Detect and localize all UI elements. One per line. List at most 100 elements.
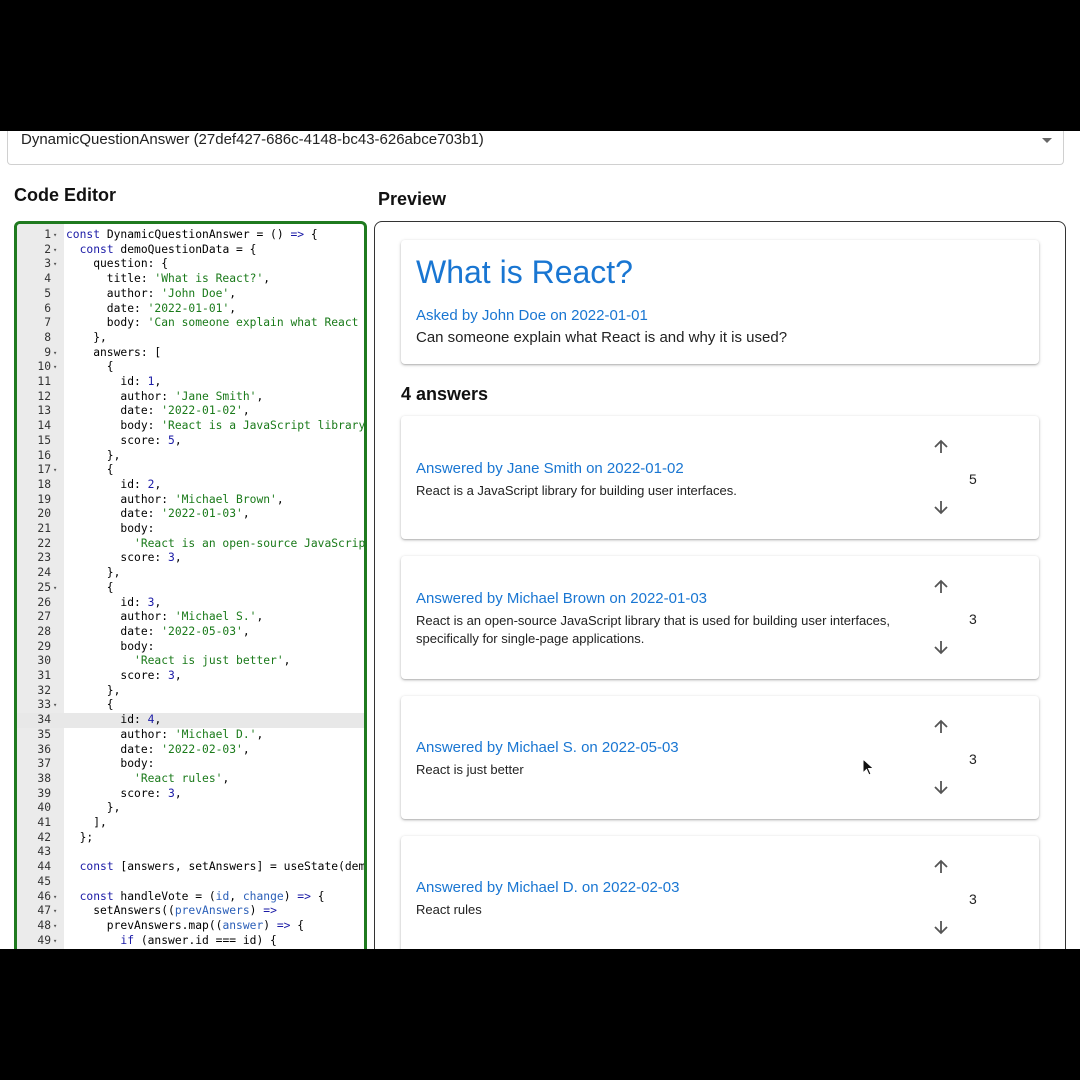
code-line[interactable]: 28 date: '2022-05-03', (17, 625, 364, 640)
code-text: const demoQuestionData = { (79, 242, 257, 256)
code-line[interactable]: 42 }; (17, 831, 364, 846)
downvote-arrow-icon[interactable] (933, 499, 949, 515)
code-line[interactable]: 29 body: (17, 640, 364, 655)
code-line[interactable]: 15 score: 5, (17, 434, 364, 449)
downvote-arrow-icon[interactable] (933, 919, 949, 935)
code-line[interactable]: 32 }, (17, 683, 364, 699)
code-line[interactable]: 14 body: 'React is a JavaScript library … (17, 419, 367, 434)
line-number: 6 (44, 301, 51, 315)
code-line[interactable]: 6 date: '2022-01-01', (17, 301, 364, 317)
line-number: 39 (37, 786, 51, 800)
answer-score: 5 (969, 471, 977, 487)
code-line[interactable]: 11 id: 1, (17, 375, 364, 390)
fold-toggle-icon[interactable]: ▾ (53, 934, 57, 949)
code-line[interactable]: 26 id: 3, (17, 595, 364, 611)
code-line[interactable]: 21 body: (17, 522, 364, 537)
code-line[interactable]: 41 ], (17, 816, 364, 831)
preview-panel: What is React? Asked by John Doe on 2022… (374, 221, 1066, 949)
code-line[interactable]: 23 score: 3, (17, 551, 364, 566)
code-line[interactable]: 4 title: 'What is React?', (17, 272, 364, 287)
fold-toggle-icon[interactable]: ▾ (53, 463, 57, 478)
app-window: DynamicQuestionAnswer (27def427-686c-414… (0, 131, 1080, 949)
code-line[interactable]: 17 ▾ { (17, 463, 364, 478)
code-line[interactable]: 13 date: '2022-01-02', (17, 404, 364, 419)
upvote-arrow-icon[interactable] (933, 859, 949, 875)
code-line[interactable]: 22 'React is an open-source JavaScript (17, 537, 364, 552)
fold-toggle-icon[interactable]: ▾ (53, 228, 57, 243)
code-line[interactable]: 46 ▾ const handleVote = (id, change) => { (17, 890, 364, 905)
code-text: ], (66, 816, 107, 829)
code-line[interactable]: 24 }, (17, 566, 364, 581)
code-line[interactable]: 2 ▾ const demoQuestionData = { (17, 242, 364, 258)
code-line[interactable]: 30 'React is just better', (17, 654, 364, 669)
code-text: id: 4, (66, 713, 162, 727)
code-text: author: 'Michael S.', (66, 610, 264, 624)
fold-toggle-icon[interactable]: ▾ (53, 360, 57, 375)
code-line[interactable]: 45 (17, 875, 364, 890)
code-text: answers: [ (66, 345, 162, 359)
line-number: 11 (37, 375, 51, 388)
fold-toggle-icon[interactable]: ▾ (53, 243, 57, 258)
upvote-arrow-icon[interactable] (933, 719, 949, 735)
code-text: author: 'John Doe', (66, 286, 237, 300)
code-line[interactable]: 18 id: 2, (17, 477, 364, 493)
code-line[interactable]: 7 body: 'Can someone explain what React … (17, 316, 364, 331)
code-line[interactable]: 44 const [answers, setAnswers] = useStat… (17, 860, 364, 875)
upvote-arrow-icon[interactable] (933, 439, 949, 455)
line-number: 43 (37, 845, 51, 859)
answer-meta: Answered by Michael D. on 2022-02-03 (416, 879, 680, 896)
line-number: 8 (44, 330, 51, 344)
code-line[interactable]: 49 ▾ if (answer.id === id) { (17, 933, 364, 949)
line-number: 44 (37, 860, 51, 874)
code-line[interactable]: 43 (17, 845, 364, 860)
fold-toggle-icon[interactable]: ▾ (53, 890, 57, 905)
code-line[interactable]: 31 score: 3, (17, 669, 364, 684)
code-line[interactable]: 48 ▾ prevAnswers.map((answer) => { (17, 919, 364, 934)
code-line[interactable]: 39 score: 3, (17, 786, 364, 802)
code-line[interactable]: 5 author: 'John Doe', (17, 286, 364, 302)
code-line[interactable]: 38 'React rules', (17, 772, 364, 787)
upvote-arrow-icon[interactable] (933, 579, 949, 595)
code-line[interactable]: 20 date: '2022-01-03', (17, 507, 364, 522)
downvote-arrow-icon[interactable] (933, 639, 949, 655)
code-text: body: 'React is a JavaScript library fo (66, 419, 367, 433)
code-line[interactable]: 40 }, (17, 801, 364, 816)
code-text: id: 3, (66, 595, 162, 609)
code-line[interactable]: 34 id: 4, (17, 713, 364, 728)
fold-toggle-icon[interactable]: ▾ (53, 698, 57, 713)
fold-toggle-icon[interactable]: ▾ (53, 581, 57, 596)
code-line[interactable]: 12 author: 'Jane Smith', (17, 389, 364, 405)
code-line[interactable]: 27 author: 'Michael S.', (17, 610, 364, 625)
line-number: 32 (37, 683, 51, 697)
code-line[interactable]: 16 }, (17, 449, 364, 464)
answer-body: React is a JavaScript library for buildi… (416, 483, 737, 498)
code-line[interactable]: 1 ▾ const DynamicQuestionAnswer = () => { (17, 228, 364, 243)
component-selector[interactable]: DynamicQuestionAnswer (27def427-686c-414… (7, 131, 1064, 165)
code-line[interactable]: 47 ▾ setAnswers((prevAnswers) => (17, 904, 364, 919)
line-number: 14 (37, 419, 51, 433)
code-line[interactable]: 37 body: (17, 757, 364, 772)
code-line[interactable]: 19 author: 'Michael Brown', (17, 493, 364, 508)
fold-toggle-icon[interactable]: ▾ (53, 919, 57, 934)
code-line[interactable]: 3 ▾ question: { (17, 257, 364, 272)
dropdown-caret-icon[interactable] (1042, 138, 1052, 143)
fold-toggle-icon[interactable]: ▾ (53, 257, 57, 272)
line-number: 18 (37, 477, 51, 491)
code-line[interactable]: 10 ▾ { (17, 360, 364, 375)
fold-toggle-icon[interactable]: ▾ (53, 346, 57, 361)
code-line[interactable]: 25 ▾ { (17, 581, 364, 596)
code-line[interactable]: 8 }, (17, 330, 364, 346)
code-text: if (answer.id === id) { (120, 933, 277, 947)
line-number: 2 (44, 242, 51, 256)
code-editor[interactable]: 1 ▾ const DynamicQuestionAnswer = () => {2… (14, 221, 367, 949)
fold-toggle-icon[interactable]: ▾ (53, 904, 57, 919)
line-number: 40 (37, 801, 51, 815)
code-line[interactable]: 36 date: '2022-02-03', (17, 743, 364, 758)
code-line[interactable]: 9 ▾ answers: [ (17, 345, 364, 361)
code-text: }, (66, 330, 107, 344)
line-number: 24 (37, 566, 51, 580)
downvote-arrow-icon[interactable] (933, 779, 949, 795)
code-line[interactable]: 33 ▾ { (17, 698, 364, 713)
code-line[interactable]: 35 author: 'Michael D.', (17, 728, 364, 743)
code-text: author: 'Jane Smith', (66, 389, 264, 403)
